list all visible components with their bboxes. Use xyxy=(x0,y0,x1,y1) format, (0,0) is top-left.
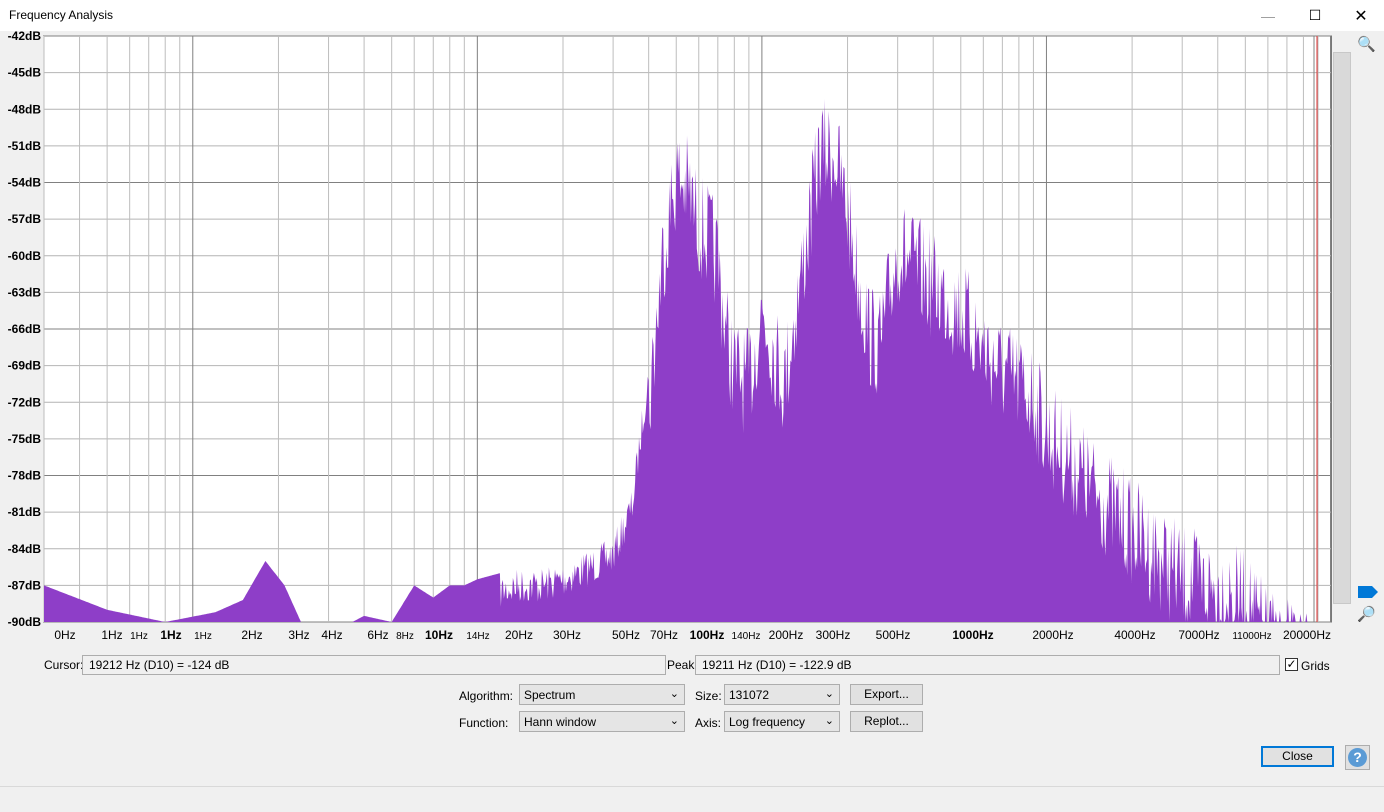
maximize-icon[interactable]: ☐ xyxy=(1292,0,1338,31)
x-tick-label: 50Hz xyxy=(612,628,640,642)
x-tick-label: 11000Hz xyxy=(1232,631,1271,642)
x-tick-label: 1Hz xyxy=(160,628,181,642)
y-tick-label: -66dB xyxy=(8,322,42,336)
function-select[interactable]: Hann window ⌄ xyxy=(519,711,685,732)
size-label: Size: xyxy=(695,689,722,703)
help-button[interactable]: ? xyxy=(1345,745,1370,770)
y-tick-label: -54dB xyxy=(8,176,42,190)
grids-label: Grids xyxy=(1301,659,1330,673)
x-tick-label: 3Hz xyxy=(288,628,309,642)
help-icon: ? xyxy=(1348,748,1367,767)
chevron-down-icon: ⌄ xyxy=(669,688,679,700)
y-tick-label: -69dB xyxy=(8,359,42,373)
cursor-readout: 19212 Hz (D10) = -124 dB xyxy=(82,655,666,675)
grids-checkbox[interactable]: ✓ xyxy=(1285,658,1298,671)
peak-label: Peak: xyxy=(667,658,698,672)
y-tick-label: -57dB xyxy=(8,212,42,226)
zoom-out-icon[interactable]: 🔎 xyxy=(1357,605,1376,623)
x-tick-label: 14Hz xyxy=(466,631,489,642)
x-tick-label: 30Hz xyxy=(553,628,581,642)
y-tick-label: -90dB xyxy=(8,615,42,629)
y-tick-label: -60dB xyxy=(8,249,42,263)
y-tick-label: -72dB xyxy=(8,395,42,409)
close-button[interactable]: Close xyxy=(1261,746,1334,767)
y-tick-label: -48dB xyxy=(8,102,42,116)
spectrum-plot[interactable]: -42dB -45dB -48dB -51dB -54dB -57dB -60dB -63dB… xyxy=(0,31,1384,651)
y-tick-label: -45dB xyxy=(8,66,42,80)
axis-select[interactable]: Log frequency ⌄ xyxy=(724,711,840,732)
close-icon[interactable]: ✕ xyxy=(1338,0,1384,31)
export-button[interactable]: Export... xyxy=(850,684,923,705)
size-select[interactable]: 131072 ⌄ xyxy=(724,684,840,705)
y-tick-label: -84dB xyxy=(8,542,42,556)
x-tick-label: 500Hz xyxy=(876,628,911,642)
x-tick-label: 10Hz xyxy=(425,628,453,642)
y-tick-label: -78dB xyxy=(8,469,42,483)
x-tick-label: 1Hz xyxy=(130,631,148,642)
replot-button[interactable]: Replot... xyxy=(850,711,923,732)
title-bar: Frequency Analysis — ☐ ✕ xyxy=(0,0,1384,31)
x-tick-label: 300Hz xyxy=(816,628,851,642)
zoom-slider-track[interactable] xyxy=(1333,52,1351,604)
algorithm-label: Algorithm: xyxy=(459,689,514,703)
x-tick-label: 200Hz xyxy=(769,628,804,642)
window-title: Frequency Analysis xyxy=(9,8,114,22)
status-bar xyxy=(0,786,1384,812)
y-tick-label: -75dB xyxy=(8,432,42,446)
x-tick-label: 140Hz xyxy=(732,631,761,642)
chevron-down-icon: ⌄ xyxy=(669,715,679,727)
zoom-in-icon[interactable]: 🔍 xyxy=(1357,35,1376,53)
x-tick-label: 0Hz xyxy=(54,628,75,642)
cursor-label: Cursor: xyxy=(44,658,84,672)
chevron-down-icon: ⌄ xyxy=(824,715,834,727)
x-tick-label: 6Hz xyxy=(367,628,388,642)
x-tick-label: 7000Hz xyxy=(1178,628,1219,642)
x-tick-label: 20000Hz xyxy=(1283,628,1331,642)
peak-readout: 19211 Hz (D10) = -122.9 dB xyxy=(695,655,1280,675)
y-tick-label: -81dB xyxy=(8,505,42,519)
x-tick-label: 1Hz xyxy=(194,631,212,642)
axis-label: Axis: xyxy=(695,716,722,730)
y-tick-label: -87dB xyxy=(8,578,42,592)
x-tick-label: 4000Hz xyxy=(1114,628,1155,642)
x-tick-label: 1000Hz xyxy=(952,628,993,642)
y-tick-label: -63dB xyxy=(8,285,42,299)
x-tick-label: 8Hz xyxy=(396,631,414,642)
x-tick-label: 20Hz xyxy=(505,628,533,642)
x-tick-label: 100Hz xyxy=(690,628,725,642)
x-tick-label: 4Hz xyxy=(321,628,342,642)
x-tick-label: 1Hz xyxy=(101,628,122,642)
y-tick-label: -51dB xyxy=(8,139,42,153)
minimize-icon[interactable]: — xyxy=(1245,0,1291,31)
x-tick-label: 70Hz xyxy=(650,628,678,642)
x-tick-label: 2000Hz xyxy=(1032,628,1073,642)
x-tick-label: 2Hz xyxy=(241,628,262,642)
chevron-down-icon: ⌄ xyxy=(824,688,834,700)
y-tick-label: -42dB xyxy=(8,31,42,43)
algorithm-select[interactable]: Spectrum ⌄ xyxy=(519,684,685,705)
function-label: Function: xyxy=(459,716,509,730)
